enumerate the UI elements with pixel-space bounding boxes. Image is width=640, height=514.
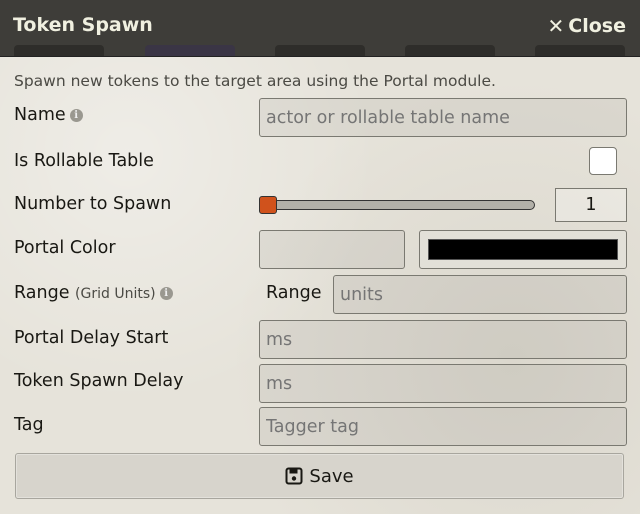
portal-color-picker[interactable] [419,230,627,269]
info-icon: i [69,108,83,122]
save-icon [285,467,303,485]
portal-color-input[interactable] [259,230,405,269]
range-inline-label: Range [266,283,322,303]
tag-input[interactable] [259,407,627,446]
color-swatch [428,239,618,260]
token-spawn-window: Token Spawn ✕ Close Spawn new tokens to … [0,0,640,514]
token-delay-input[interactable] [259,364,627,403]
close-button[interactable]: ✕ Close [548,14,626,38]
spawn-count-slider-handle[interactable] [259,196,277,214]
name-label-row: Name i [14,105,83,125]
range-input[interactable] [333,275,627,314]
background-tab [14,45,104,56]
close-icon: ✕ [547,14,565,38]
rollable-label: Is Rollable Table [14,151,154,171]
range-label: Range [14,283,70,303]
rollable-checkbox[interactable] [589,147,617,175]
window-title: Token Spawn [13,14,153,36]
background-tab [145,45,235,56]
spawn-count-slider-track[interactable] [262,200,535,210]
range-label-row: Range (Grid Units) i [14,283,173,303]
background-tab [535,45,625,56]
range-hint: (Grid Units) [75,286,156,302]
background-tab [405,45,495,56]
name-label: Name [14,105,66,125]
save-label: Save [309,465,354,487]
portal-delay-label: Portal Delay Start [14,328,169,348]
background-tab [275,45,365,56]
spawn-count-value[interactable]: 1 [555,188,627,222]
intro-text: Spawn new tokens to the target area usin… [14,72,496,90]
spawn-count-label: Number to Spawn [14,194,172,214]
title-bar[interactable]: Token Spawn ✕ Close [0,0,640,57]
name-input[interactable] [259,98,627,137]
portal-color-label: Portal Color [14,238,116,258]
tag-label: Tag [14,415,44,435]
info-icon: i [159,286,173,300]
token-delay-label: Token Spawn Delay [14,371,184,391]
save-button[interactable]: Save [15,453,624,499]
portal-delay-input[interactable] [259,320,627,359]
close-label: Close [568,15,626,37]
